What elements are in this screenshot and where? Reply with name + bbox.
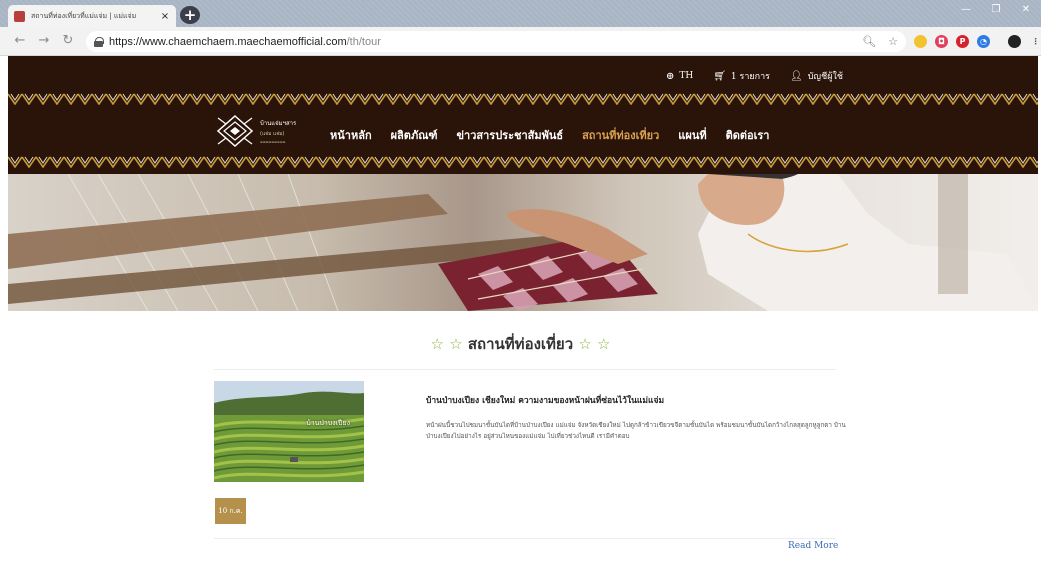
nav-item-news[interactable]: ข่าวสารประชาสัมพันธ์ xyxy=(457,126,564,144)
profile-avatar-icon[interactable] xyxy=(1008,35,1021,48)
pinterest-icon[interactable]: P xyxy=(956,35,969,48)
header-topbar: ⊕ TH 🛒︎ 1 รายการ 👤︎ บัญชีผู้ใช้ xyxy=(666,69,843,83)
article-title[interactable]: บ้านป่าบงเปียง เชียงใหม่ ความงามของหน้าฝ… xyxy=(426,393,664,407)
date-badge: 10 ก.ค. xyxy=(215,498,246,524)
tribal-pattern-top xyxy=(8,93,1038,105)
extension-yellow-icon[interactable] xyxy=(914,35,927,48)
star-icon: ☆ xyxy=(449,335,463,353)
logo-tagline: ▬▬▬▬▬▬▬▬▬ xyxy=(260,140,286,144)
nav-item-products[interactable]: ผลิตภัณฑ์ xyxy=(391,126,438,144)
star-icon: ☆ xyxy=(430,335,444,353)
bookmark-star-icon[interactable]: ☆ xyxy=(888,35,898,48)
logo-title: บ้านแจ่มฯสาร xyxy=(260,120,297,127)
site-logo[interactable]: บ้านแจ่มฯสาร (แจ่ม แจ่ม) ▬▬▬▬▬▬▬▬▬ xyxy=(216,112,326,150)
tribal-pattern-bottom xyxy=(8,156,1038,168)
nav-item-home[interactable]: หน้าหลัก xyxy=(330,126,372,144)
globe-icon: ⊕ xyxy=(665,70,675,82)
new-tab-button[interactable]: + xyxy=(180,6,200,24)
extension-blue-icon[interactable]: ◔ xyxy=(977,35,990,48)
url-input[interactable]: https://www.chaemchaem.maechaemofficial.… xyxy=(86,31,906,52)
hero-banner-weaving-image xyxy=(8,174,1038,311)
thumbnail-caption: บ้านป่าบงเปียง xyxy=(306,419,350,427)
logo-diamond-icon xyxy=(216,114,254,148)
url-path: /th/tour xyxy=(346,35,381,48)
user-icon: 👤︎ xyxy=(790,70,803,82)
cart-link[interactable]: 🛒︎ 1 รายการ xyxy=(713,69,770,83)
extension-icons: ◘ P ◔ ⋮ xyxy=(914,35,1041,48)
site-header: ⊕ TH 🛒︎ 1 รายการ 👤︎ บัญชีผู้ใช้ บ้านแจ่ม… xyxy=(8,56,1038,174)
zoom-icon[interactable]: 🔍︎ xyxy=(862,35,876,48)
language-label: TH xyxy=(679,71,694,81)
browser-tab[interactable]: สถานที่ท่องเที่ยวที่แม่แจ่ม | แม่แจ่ม × xyxy=(8,5,176,27)
main-nav: หน้าหลัก ผลิตภัณฑ์ ข่าวสารประชาสัมพันธ์ … xyxy=(330,126,769,144)
address-bar: ← → ↻ https://www.chaemchaem.maechaemoff… xyxy=(0,27,1041,56)
cart-icon: 🛒︎ xyxy=(713,70,726,82)
account-link[interactable]: 👤︎ บัญชีผู้ใช้ xyxy=(790,69,843,83)
pocket-icon[interactable]: ◘ xyxy=(935,35,948,48)
url-host: https://www.chaemchaem.maechaemofficial.… xyxy=(109,35,347,48)
article-thumbnail-image[interactable]: บ้านป่าบงเปียง xyxy=(214,381,364,482)
back-icon[interactable]: ← xyxy=(12,33,28,49)
logo-subtitle: (แจ่ม แจ่ม) xyxy=(260,131,285,137)
section-title-text: สถานที่ท่องเที่ยว xyxy=(467,335,574,353)
section-title: ☆ ☆ สถานที่ท่องเที่ยว ☆ ☆ xyxy=(0,332,1041,356)
close-window-icon[interactable]: ✕ xyxy=(1019,4,1033,15)
lock-icon[interactable] xyxy=(94,36,104,47)
tab-title: สถานที่ท่องเที่ยวที่แม่แจ่ม | แม่แจ่ม xyxy=(31,11,137,20)
nav-item-contact[interactable]: ติดต่อเรา xyxy=(726,126,770,144)
forward-icon[interactable]: → xyxy=(36,33,52,49)
nav-item-tour[interactable]: สถานที่ท่องเที่ยว xyxy=(582,126,659,144)
article-excerpt: หน้าฝนนี้ชวนไปชมนาขั้นบันไดที่บ้านป่าบงเ… xyxy=(426,422,846,440)
browser-tabbar: สถานที่ท่องเที่ยวที่แม่แจ่ม | แม่แจ่ม × … xyxy=(0,0,1041,27)
tab-close-icon[interactable]: × xyxy=(160,11,170,22)
nav-item-map[interactable]: แผนที่ xyxy=(678,126,706,144)
site-favicon-icon xyxy=(14,10,25,22)
divider-top xyxy=(214,369,836,370)
star-icon: ☆ xyxy=(597,335,611,353)
cart-label: 1 รายการ xyxy=(730,72,771,82)
star-icon: ☆ xyxy=(578,335,592,353)
read-more-link[interactable]: Read More xyxy=(788,541,838,551)
language-switch[interactable]: ⊕ TH xyxy=(666,69,693,83)
reload-icon[interactable]: ↻ xyxy=(60,33,76,49)
window-controls: — ❐ ✕ xyxy=(959,4,1033,15)
browser-menu-icon[interactable]: ⋮ xyxy=(1029,35,1041,48)
maximize-icon[interactable]: ❐ xyxy=(989,4,1003,15)
minimize-icon[interactable]: — xyxy=(959,4,973,15)
account-label: บัญชีผู้ใช้ xyxy=(807,72,843,82)
divider-bottom xyxy=(214,538,836,539)
